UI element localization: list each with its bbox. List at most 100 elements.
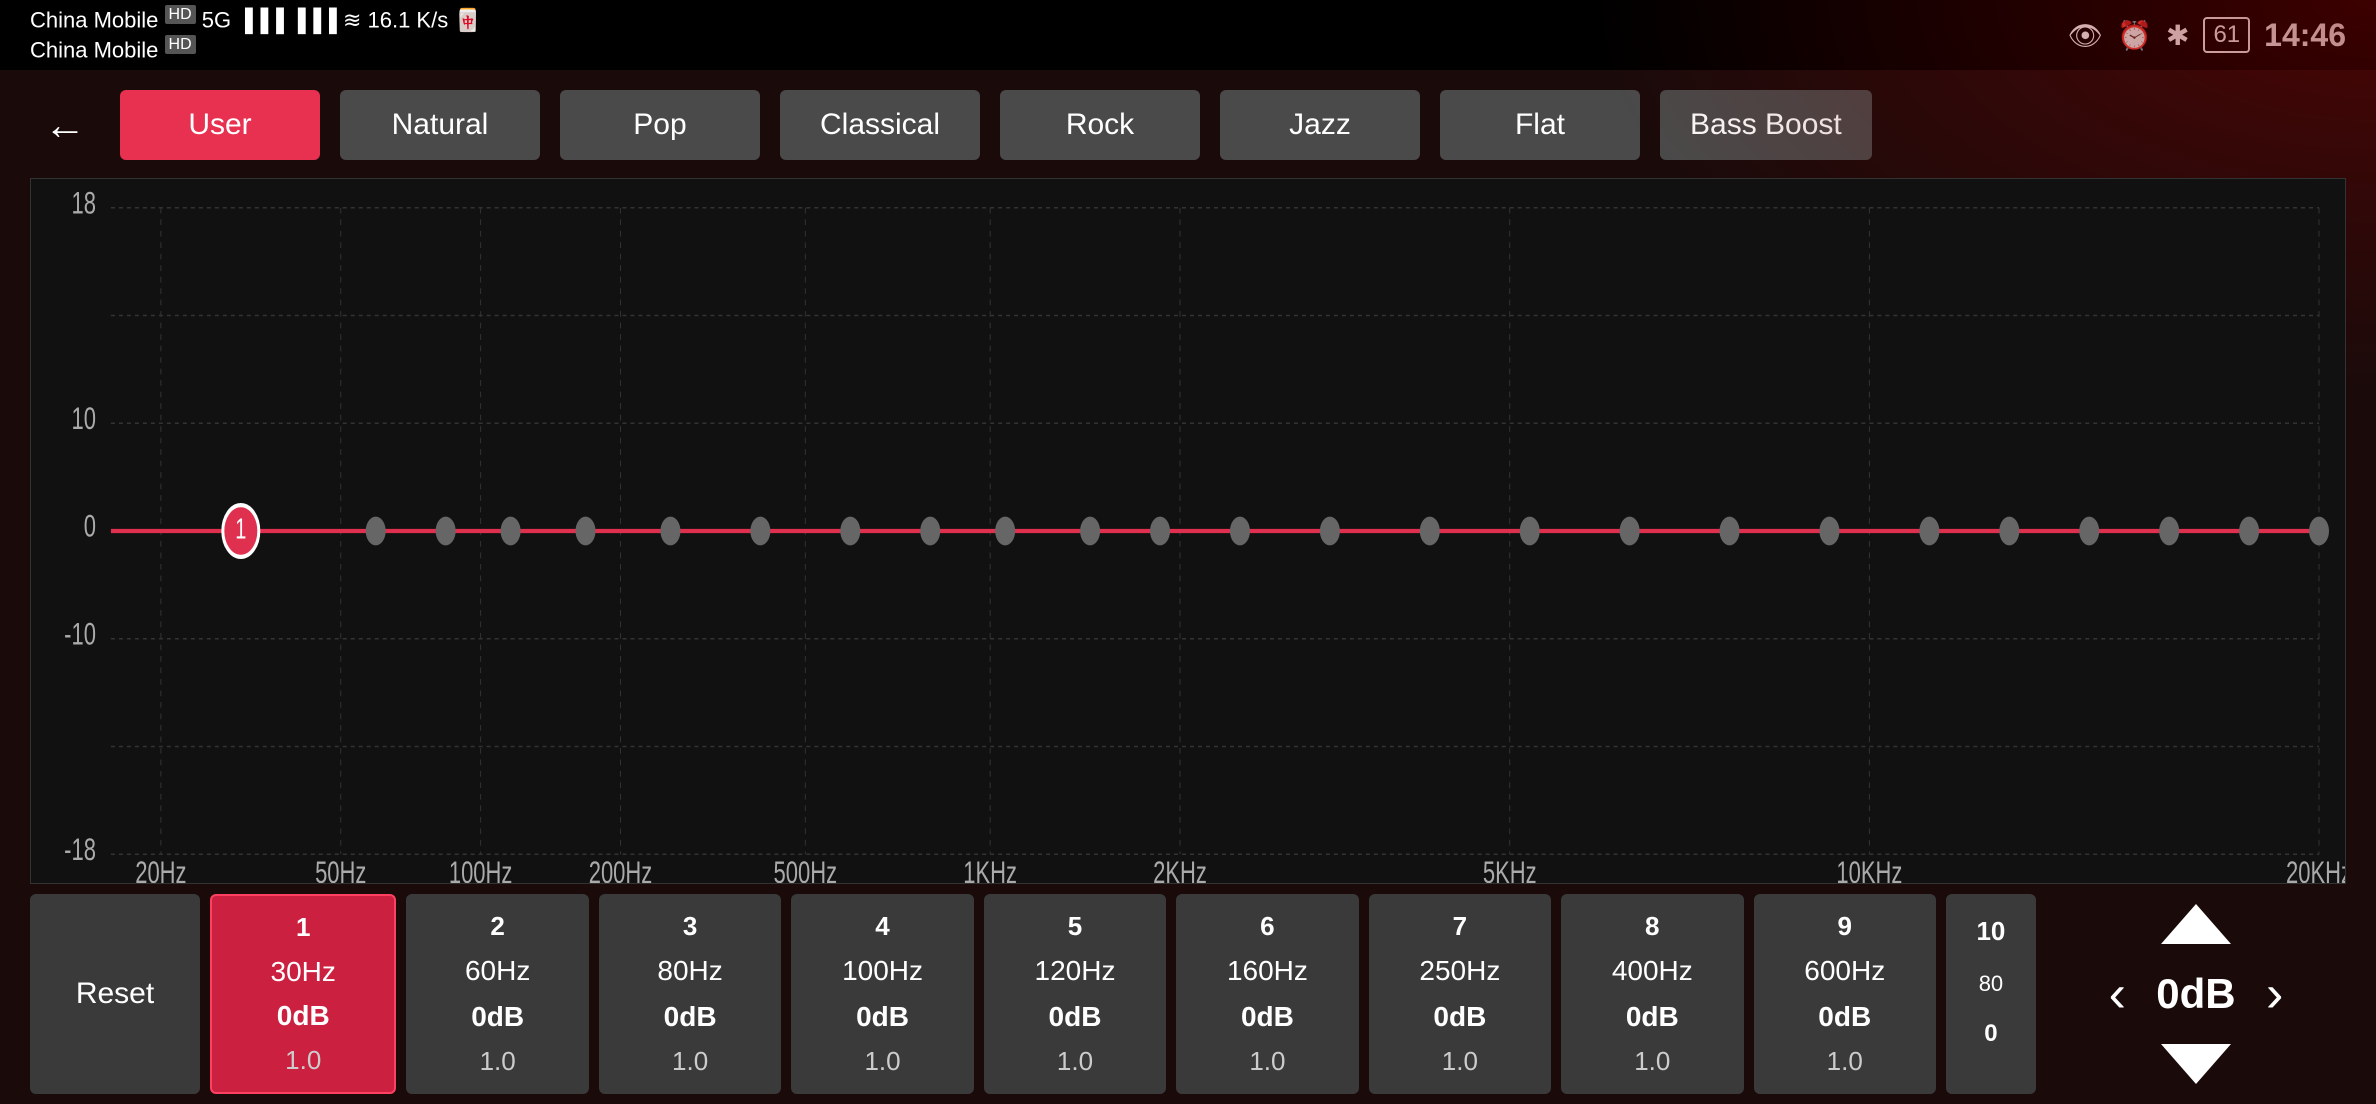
band-dot[interactable] bbox=[750, 517, 770, 546]
preset-rock-button[interactable]: Rock bbox=[1000, 90, 1200, 160]
band-1-q: 1.0 bbox=[285, 1045, 321, 1076]
status-bar: China Mobile HD 5G ▐▐▐ ▐▐▐ ≋ 16.1 K/s 🀄 … bbox=[0, 0, 2376, 70]
band-dot[interactable] bbox=[1520, 517, 1540, 546]
back-arrow-icon: ← bbox=[44, 101, 86, 149]
right-controls: ‹ 0dB › bbox=[2046, 894, 2346, 1094]
band-dot[interactable] bbox=[1999, 517, 2019, 546]
db-down-button[interactable] bbox=[2151, 1034, 2241, 1094]
preset-jazz-button[interactable]: Jazz bbox=[1220, 90, 1420, 160]
svg-text:200Hz: 200Hz bbox=[589, 854, 653, 883]
main-content: ← User Natural Pop Classical Rock Jazz F… bbox=[0, 70, 2376, 1104]
band-1-number: 1 bbox=[296, 912, 310, 943]
band-4-q: 1.0 bbox=[864, 1046, 900, 1077]
down-arrow-icon bbox=[2156, 1039, 2236, 1089]
eq-chart-svg: 18 10 0 -10 -18 20Hz 50Hz 100Hz 200Hz 50… bbox=[31, 179, 2345, 883]
band-7-db: 0dB bbox=[1433, 1001, 1486, 1033]
band-2-freq: 60Hz bbox=[465, 955, 530, 987]
band-dot[interactable] bbox=[1819, 517, 1839, 546]
band-7-cell[interactable]: 7 250Hz 0dB 1.0 bbox=[1369, 894, 1551, 1094]
reset-button[interactable]: Reset bbox=[30, 894, 200, 1094]
carrier1-label: China Mobile HD 5G ▐▐▐ ▐▐▐ ≋ 16.1 K/s 🀄 bbox=[30, 5, 482, 35]
status-right: 👁 ⏰ ✱ 61 14:46 bbox=[2068, 17, 2346, 54]
band-8-number: 8 bbox=[1645, 911, 1659, 942]
nav-row: ← User Natural Pop Classical Rock Jazz F… bbox=[30, 90, 2346, 160]
band-prev-button[interactable]: ‹ bbox=[2109, 964, 2126, 1024]
band-8-cell[interactable]: 8 400Hz 0dB 1.0 bbox=[1561, 894, 1743, 1094]
band-dot[interactable] bbox=[2239, 517, 2259, 546]
db-up-button[interactable] bbox=[2151, 894, 2241, 954]
band-dot[interactable] bbox=[995, 517, 1015, 546]
band-5-q: 1.0 bbox=[1057, 1046, 1093, 1077]
svg-text:20Hz: 20Hz bbox=[135, 854, 186, 883]
band-dot[interactable] bbox=[1620, 517, 1640, 546]
band-4-number: 4 bbox=[875, 911, 889, 942]
band-dot[interactable] bbox=[1919, 517, 1939, 546]
db-nav-row: ‹ 0dB › bbox=[2109, 964, 2284, 1024]
band-dot[interactable] bbox=[2079, 517, 2099, 546]
band-10-number: 10 bbox=[1976, 916, 2005, 947]
band-dot[interactable] bbox=[840, 517, 860, 546]
preset-natural-button[interactable]: Natural bbox=[340, 90, 540, 160]
band-6-q: 1.0 bbox=[1249, 1046, 1285, 1077]
preset-flat-button[interactable]: Flat bbox=[1440, 90, 1640, 160]
band-next-button[interactable]: › bbox=[2266, 964, 2283, 1024]
band-3-freq: 80Hz bbox=[657, 955, 722, 987]
band-4-cell[interactable]: 4 100Hz 0dB 1.0 bbox=[791, 894, 973, 1094]
band-dot[interactable] bbox=[576, 517, 596, 546]
carrier2-label: China Mobile HD bbox=[30, 35, 482, 65]
current-db-display: 0dB bbox=[2146, 970, 2246, 1018]
band-9-db: 0dB bbox=[1818, 1001, 1871, 1033]
bottom-controls: Reset 1 30Hz 0dB 1.0 2 60Hz 0dB 1.0 3 80… bbox=[30, 894, 2346, 1094]
svg-text:1: 1 bbox=[235, 514, 246, 545]
band-dot[interactable] bbox=[436, 517, 456, 546]
band-2-db: 0dB bbox=[471, 1001, 524, 1033]
band-4-db: 0dB bbox=[856, 1001, 909, 1033]
svg-text:-18: -18 bbox=[64, 831, 96, 867]
band-dot[interactable] bbox=[920, 517, 940, 546]
svg-text:2KHz: 2KHz bbox=[1153, 854, 1207, 883]
band-dot[interactable] bbox=[2159, 517, 2179, 546]
band-5-cell[interactable]: 5 120Hz 0dB 1.0 bbox=[984, 894, 1166, 1094]
svg-text:-10: -10 bbox=[64, 615, 96, 651]
preset-user-button[interactable]: User bbox=[120, 90, 320, 160]
up-arrow-icon bbox=[2156, 899, 2236, 949]
band-1-freq: 30Hz bbox=[271, 956, 336, 988]
band-5-db: 0dB bbox=[1049, 1001, 1102, 1033]
band-7-q: 1.0 bbox=[1442, 1046, 1478, 1077]
band-dot[interactable] bbox=[1420, 517, 1440, 546]
band-dot[interactable] bbox=[1230, 517, 1250, 546]
band-6-number: 6 bbox=[1260, 911, 1274, 942]
eq-chart-container: 18 10 0 -10 -18 20Hz 50Hz 100Hz 200Hz 50… bbox=[30, 178, 2346, 884]
band-5-number: 5 bbox=[1068, 911, 1082, 942]
band-dot[interactable] bbox=[660, 517, 680, 546]
band-dot[interactable] bbox=[501, 517, 521, 546]
band-dot[interactable] bbox=[1080, 517, 1100, 546]
back-button[interactable]: ← bbox=[30, 90, 100, 160]
band-3-cell[interactable]: 3 80Hz 0dB 1.0 bbox=[599, 894, 781, 1094]
band-1-db: 0dB bbox=[277, 1000, 330, 1032]
band-dot[interactable] bbox=[1150, 517, 1170, 546]
band-dot[interactable] bbox=[366, 517, 386, 546]
band-4-freq: 100Hz bbox=[842, 955, 923, 987]
band-2-q: 1.0 bbox=[480, 1046, 516, 1077]
preset-classical-button[interactable]: Classical bbox=[780, 90, 980, 160]
band-9-cell[interactable]: 9 600Hz 0dB 1.0 bbox=[1754, 894, 1936, 1094]
battery-indicator: 61 bbox=[2203, 17, 2250, 53]
band-dot[interactable] bbox=[2309, 517, 2329, 546]
svg-text:500Hz: 500Hz bbox=[774, 854, 838, 883]
band-2-cell[interactable]: 2 60Hz 0dB 1.0 bbox=[406, 894, 588, 1094]
band-10-cell[interactable]: 10 80 0 bbox=[1946, 894, 2036, 1094]
band-3-number: 3 bbox=[683, 911, 697, 942]
preset-pop-button[interactable]: Pop bbox=[560, 90, 760, 160]
band-dot[interactable] bbox=[1720, 517, 1740, 546]
band-10-freq: 80 bbox=[1979, 971, 2003, 997]
svg-text:5KHz: 5KHz bbox=[1483, 854, 1537, 883]
band-6-cell[interactable]: 6 160Hz 0dB 1.0 bbox=[1176, 894, 1358, 1094]
band-9-q: 1.0 bbox=[1827, 1046, 1863, 1077]
band-8-db: 0dB bbox=[1626, 1001, 1679, 1033]
svg-text:10: 10 bbox=[71, 400, 95, 436]
band-1-cell[interactable]: 1 30Hz 0dB 1.0 bbox=[210, 894, 396, 1094]
band-8-freq: 400Hz bbox=[1612, 955, 1693, 987]
preset-bassboost-button[interactable]: Bass Boost bbox=[1660, 90, 1872, 160]
band-dot[interactable] bbox=[1320, 517, 1340, 546]
